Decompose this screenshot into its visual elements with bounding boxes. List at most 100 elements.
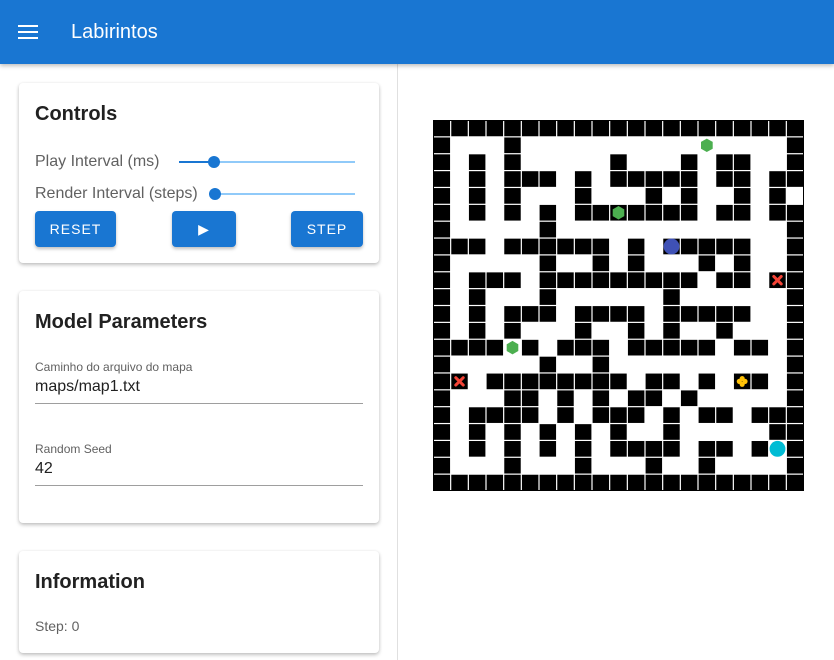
maze-wall-cell bbox=[786, 171, 804, 187]
maze-wall-cell bbox=[716, 474, 733, 491]
maze-wall-cell bbox=[645, 373, 663, 390]
maze-wall-cell bbox=[433, 424, 451, 440]
maze-wall-cell bbox=[433, 474, 451, 491]
maze-wall-cell bbox=[592, 238, 610, 255]
maze-wall-cell bbox=[433, 457, 451, 474]
maze-wall-cell bbox=[433, 120, 451, 137]
maze-wall-cell bbox=[504, 457, 521, 474]
maze-wall-cell bbox=[539, 221, 557, 238]
maze-wall-cell bbox=[698, 238, 716, 255]
map-path-input[interactable]: maps/map1.txt bbox=[35, 378, 140, 396]
maze-wall-cell bbox=[627, 390, 645, 407]
maze-wall-cell bbox=[610, 154, 627, 170]
play-interval-label: Play Interval (ms) bbox=[35, 153, 160, 170]
maze-wall-cell bbox=[751, 373, 769, 390]
maze-wall-cell bbox=[468, 238, 486, 255]
maze-wall-cell bbox=[574, 188, 592, 204]
maze-wall-cell bbox=[539, 171, 557, 187]
maze-wall-cell bbox=[486, 407, 504, 423]
maze-wall-cell bbox=[557, 390, 574, 407]
play-interval-row: Play Interval (ms) bbox=[35, 150, 365, 174]
maze-wall-cell bbox=[645, 390, 663, 407]
maze-wall-cell bbox=[627, 441, 645, 457]
maze-wall-cell bbox=[486, 120, 504, 137]
maze-wall-cell bbox=[433, 171, 451, 187]
maze-wall-cell bbox=[663, 289, 680, 305]
step-button[interactable]: STEP bbox=[291, 211, 363, 247]
maze-wall-cell bbox=[627, 238, 645, 255]
maze-wall-cell bbox=[663, 322, 680, 339]
maze-wall-cell bbox=[627, 407, 645, 423]
maze-wall-cell bbox=[698, 407, 716, 423]
maze-wall-cell bbox=[663, 204, 680, 221]
menu-icon bbox=[18, 25, 38, 39]
maze-wall-cell bbox=[680, 238, 698, 255]
seed-underline bbox=[35, 485, 363, 486]
maze-wall-cell bbox=[751, 339, 769, 356]
maze-wall-cell bbox=[733, 238, 751, 255]
maze-wall-cell bbox=[539, 474, 557, 491]
seed-input[interactable]: 42 bbox=[35, 460, 53, 478]
maze-wall-cell bbox=[539, 356, 557, 373]
maze-wall-cell bbox=[698, 373, 716, 390]
maze-wall-cell bbox=[504, 474, 521, 491]
maze-wall-cell bbox=[592, 474, 610, 491]
render-interval-slider-thumb[interactable] bbox=[209, 188, 221, 200]
maze-wall-cell bbox=[627, 120, 645, 137]
maze-wall-cell bbox=[663, 441, 680, 457]
maze-wall-cell bbox=[574, 373, 592, 390]
maze-wall-cell bbox=[504, 306, 521, 322]
maze-wall-cell bbox=[769, 188, 786, 204]
maze-wall-cell bbox=[680, 474, 698, 491]
maze-wall-cell bbox=[680, 204, 698, 221]
maze-wall-cell bbox=[451, 474, 468, 491]
information-title: Information bbox=[35, 571, 145, 593]
maze-wall-cell bbox=[592, 272, 610, 289]
maze-wall-cell bbox=[451, 339, 468, 356]
maze-wall-cell bbox=[574, 120, 592, 137]
maze-wall-cell bbox=[786, 373, 804, 390]
maze-wall-cell bbox=[698, 339, 716, 356]
maze-wall-cell bbox=[698, 441, 716, 457]
maze-wall-cell bbox=[504, 424, 521, 440]
maze-wall-cell bbox=[716, 204, 733, 221]
maze-wall-cell bbox=[504, 390, 521, 407]
maze-wall-cell bbox=[486, 339, 504, 356]
maze-wall-cell bbox=[468, 204, 486, 221]
maze-wall-cell bbox=[468, 272, 486, 289]
play-interval-slider-thumb[interactable] bbox=[208, 156, 220, 168]
maze-wall-cell bbox=[521, 120, 539, 137]
maze-wall-cell bbox=[539, 255, 557, 272]
maze-wall-cell bbox=[592, 390, 610, 407]
maze-canvas bbox=[433, 120, 804, 491]
maze-wall-cell bbox=[663, 120, 680, 137]
maze-wall-cell bbox=[751, 120, 769, 137]
maze-wall-cell bbox=[786, 255, 804, 272]
maze-wall-cell bbox=[610, 407, 627, 423]
maze-wall-cell bbox=[698, 120, 716, 137]
maze-wall-cell bbox=[451, 238, 468, 255]
maze-wall-cell bbox=[574, 171, 592, 187]
maze-wall-cell bbox=[504, 120, 521, 137]
maze-wall-cell bbox=[786, 221, 804, 238]
menu-button[interactable] bbox=[0, 0, 56, 64]
maze-wall-cell bbox=[716, 272, 733, 289]
render-interval-label: Render Interval (steps) bbox=[35, 185, 198, 202]
maze-wall-cell bbox=[733, 171, 751, 187]
maze-wall-cell bbox=[504, 204, 521, 221]
maze-wall-cell bbox=[716, 441, 733, 457]
maze-wall-cell bbox=[521, 171, 539, 187]
play-interval-slider[interactable] bbox=[179, 156, 355, 168]
maze-wall-cell bbox=[557, 238, 574, 255]
reset-button[interactable]: RESET bbox=[35, 211, 116, 247]
render-interval-slider[interactable] bbox=[209, 188, 355, 200]
maze-wall-cell bbox=[786, 120, 804, 137]
maze-wall-cell bbox=[716, 407, 733, 423]
play-button[interactable]: ▶ bbox=[172, 211, 236, 247]
maze-wall-cell bbox=[769, 424, 786, 440]
maze-wall-cell bbox=[663, 171, 680, 187]
maze-wall-cell bbox=[433, 407, 451, 423]
maze-wall-cell bbox=[680, 188, 698, 204]
maze-wall-cell bbox=[786, 204, 804, 221]
maze-wall-cell bbox=[698, 255, 716, 272]
